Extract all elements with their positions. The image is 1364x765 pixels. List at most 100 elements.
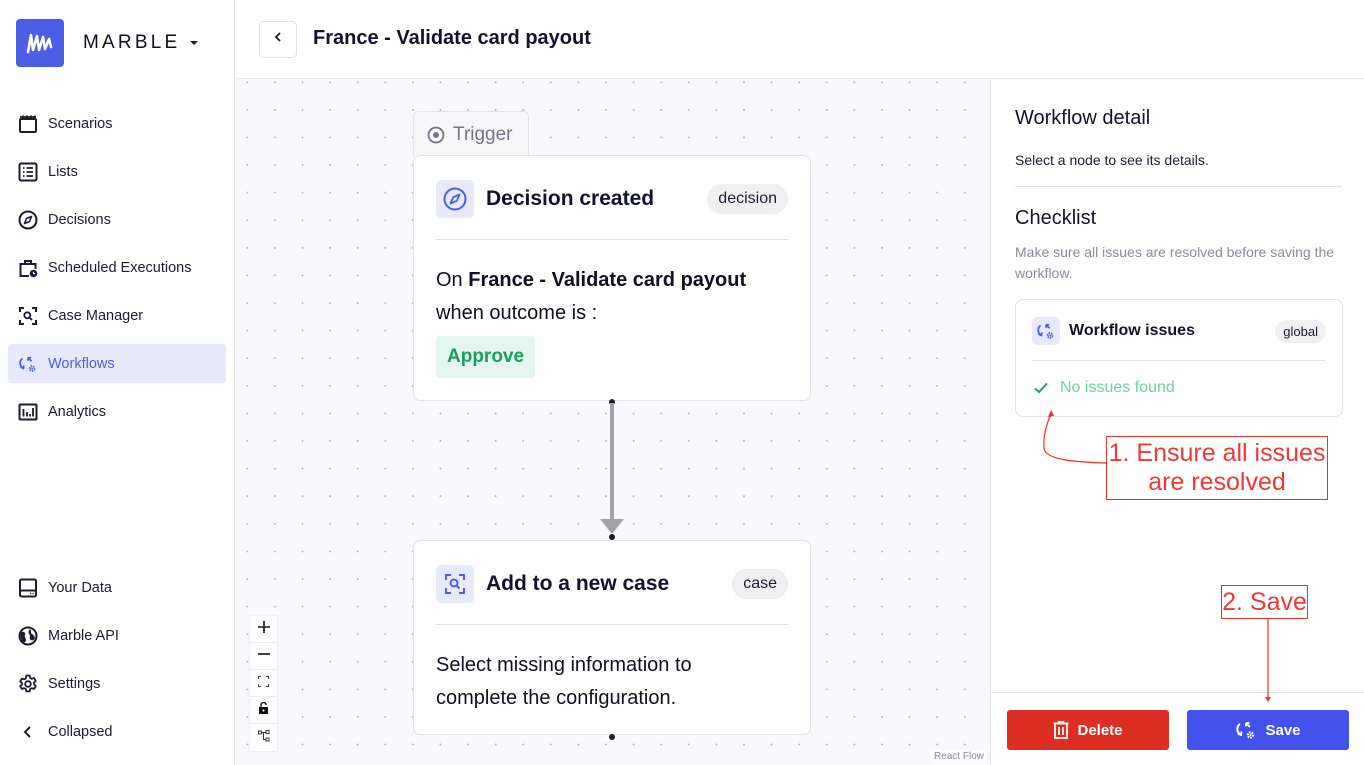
sidebar-item-label: Collapsed (48, 723, 113, 740)
scope-badge: global (1275, 319, 1326, 343)
caret-down-icon (190, 41, 199, 45)
brand-name: MARBLE (83, 32, 181, 53)
node-description: On France - Validate card payout when ou… (436, 264, 796, 378)
action-node[interactable]: Add to a new case case Select missing in… (413, 540, 811, 735)
zoom-out-button[interactable] (250, 643, 277, 670)
lock-icon (258, 701, 269, 719)
gear-icon (18, 674, 38, 694)
source-handle[interactable] (609, 734, 615, 740)
sidebar-item-your-data[interactable]: Your Data (8, 568, 226, 607)
workflow-icon (18, 354, 38, 374)
briefcase-clock-icon (18, 258, 38, 278)
compass-icon (18, 210, 38, 230)
brand-switcher[interactable]: MARBLE (16, 19, 199, 67)
delete-label: Delete (1077, 721, 1123, 739)
clapperboard-icon (18, 114, 38, 134)
compass-icon (436, 180, 474, 218)
workflow-icon (1235, 720, 1257, 740)
sidebar-item-label: Scheduled Executions (48, 259, 192, 276)
chevron-left-icon (271, 30, 285, 49)
node-title: Add to a new case (486, 572, 670, 595)
database-icon (18, 578, 38, 598)
list-icon (18, 162, 38, 182)
toggle-interactivity-button[interactable] (250, 697, 277, 724)
annotation-step-1: 1. Ensure all issues are resolved (1106, 436, 1328, 500)
trigger-scenario-name: France - Validate card payout (468, 269, 747, 291)
fullscreen-icon (257, 674, 270, 692)
panel-subtitle: Select a node to see its details. (1015, 152, 1209, 168)
node-type-badge: decision (707, 184, 788, 214)
canvas-controls (250, 616, 277, 751)
sidebar-item-decisions[interactable]: Decisions (8, 200, 226, 239)
trash-icon (1053, 721, 1069, 739)
chart-icon (18, 402, 38, 422)
fit-view-button[interactable] (250, 670, 277, 697)
divider (1015, 186, 1342, 187)
sidebar-item-analytics[interactable]: Analytics (8, 392, 226, 431)
sidebar-item-scenarios[interactable]: Scenarios (8, 104, 226, 143)
sidebar-item-label: Lists (48, 163, 78, 180)
sidebar-item-scheduled-executions[interactable]: Scheduled Executions (8, 248, 226, 287)
react-flow-attribution[interactable]: React Flow (931, 750, 986, 763)
checklist-title: Checklist (1015, 207, 1097, 229)
node-title: Decision created (486, 187, 655, 210)
sidebar-item-label: Scenarios (48, 115, 113, 132)
scan-search-icon (436, 565, 474, 603)
sidebar-item-label: Your Data (48, 579, 112, 596)
node-description: Select missing information to complete t… (436, 654, 692, 709)
workflow-issues-card: Workflow issues global No issues found (1015, 299, 1343, 417)
divider (1032, 360, 1326, 361)
outcome-badge: Approve (436, 336, 536, 378)
scan-search-icon (18, 306, 38, 326)
delete-button[interactable]: Delete (1007, 710, 1169, 750)
issues-card-title: Workflow issues (1069, 322, 1195, 339)
globe-icon (18, 626, 38, 646)
sidebar-item-label: Marble API (48, 627, 119, 644)
annotation-step-1-line-2: are resolved (1148, 468, 1286, 496)
page-header: France - Validate card payout (235, 0, 1364, 79)
chevron-left-icon (18, 722, 38, 742)
trigger-node[interactable]: Decision created decision On France - Va… (413, 155, 811, 401)
check-icon (1034, 382, 1048, 394)
auto-layout-button[interactable] (250, 724, 277, 751)
sidebar-item-workflows[interactable]: Workflows (8, 344, 226, 383)
save-label: Save (1265, 721, 1301, 739)
workflow-canvas[interactable]: Trigger Decision created decision On Fra… (235, 79, 990, 765)
zoom-in-button[interactable] (250, 616, 277, 643)
back-button[interactable] (259, 21, 297, 58)
page-title: France - Validate card payout (313, 27, 591, 49)
workflow-detail-panel: Workflow detail Select a node to see its… (990, 79, 1364, 765)
checklist-description: Make sure all issues are resolved before… (1015, 244, 1335, 281)
sidebar-item-label: Case Manager (48, 307, 144, 324)
sidebar-item-settings[interactable]: Settings (8, 664, 226, 703)
save-button[interactable]: Save (1187, 710, 1349, 750)
workflow-icon (1032, 317, 1060, 345)
sidebar-item-label: Settings (48, 675, 101, 692)
minus-icon (257, 647, 270, 665)
trigger-condition: when outcome is : (436, 302, 598, 324)
plus-icon (257, 620, 270, 638)
node-type-badge: case (732, 569, 788, 599)
sidebar-item-label: Analytics (48, 403, 107, 420)
annotation-step-1-line-1: 1. Ensure all issues (1108, 439, 1326, 467)
marble-logo-icon (16, 19, 64, 67)
sidebar-item-collapse[interactable]: Collapsed (8, 712, 226, 751)
sidebar-item-lists[interactable]: Lists (8, 152, 226, 191)
sidebar: MARBLE Scenarios Lists Decisions Schedul… (0, 0, 235, 765)
trigger-tab-label: Trigger (453, 123, 513, 145)
divider (991, 692, 1364, 693)
trigger-tab: Trigger (413, 111, 529, 157)
sidebar-item-label: Workflows (48, 355, 115, 372)
divider (436, 239, 788, 240)
sidebar-item-marble-api[interactable]: Marble API (8, 616, 226, 655)
workflow-edge[interactable] (595, 401, 629, 541)
divider (436, 624, 788, 625)
sidebar-item-label: Decisions (48, 211, 111, 228)
sidebar-item-case-manager[interactable]: Case Manager (8, 296, 226, 335)
panel-title: Workflow detail (1015, 107, 1151, 129)
issues-status: No issues found (1034, 379, 1175, 397)
trigger-prefix: On (436, 269, 463, 291)
annotation-step-2: 2. Save (1221, 585, 1308, 619)
issues-status-text: No issues found (1060, 379, 1175, 396)
layout-nodes-icon (257, 729, 270, 747)
